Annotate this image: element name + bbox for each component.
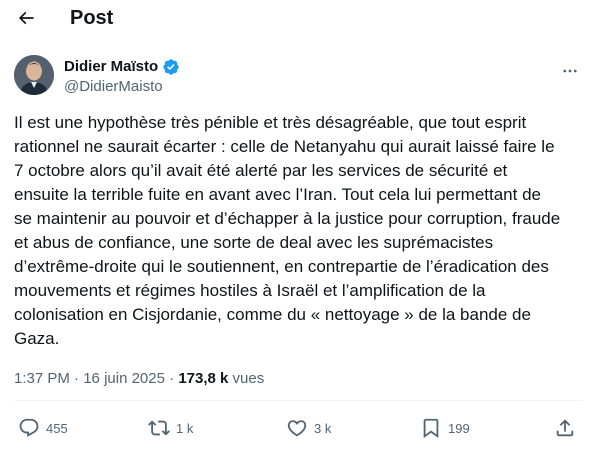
name-row: Didier Maïsto [64,57,180,76]
bookmark-count: 199 [448,420,470,436]
reply-count: 455 [46,420,68,436]
divider [14,400,582,401]
display-name[interactable]: Didier Maïsto [64,57,158,76]
more-options-button[interactable] [558,61,582,81]
page-title: Post [70,7,114,29]
heart-icon [287,420,307,437]
arrow-left-icon [18,11,34,25]
post-text: Il est une hypothèse très pénible et trè… [14,113,561,348]
avatar-image [14,55,54,95]
meta-separator: · [169,370,175,387]
verified-badge-icon [162,58,180,76]
back-button[interactable] [14,6,38,30]
like-count: 3 k [314,420,332,436]
share-button[interactable] [554,416,576,440]
post-date[interactable]: 16 juin 2025 [83,370,165,387]
action-bar: 455 1 k 3 k 199 [14,416,582,440]
like-button[interactable]: 3 k [286,416,331,440]
bookmark-icon [423,418,439,439]
meta-separator: · [74,370,80,387]
avatar[interactable] [14,55,54,95]
post-time[interactable]: 1:37 PM [14,370,70,387]
views-count[interactable]: 173,8 k [178,370,228,387]
post-header: Post [0,0,596,36]
share-icon [556,419,574,437]
repost-count: 1 k [176,420,194,436]
author-row: Didier Maïsto @DidierMaisto [14,55,582,97]
bookmark-button[interactable]: 199 [420,416,470,440]
repost-button[interactable]: 1 k [148,416,193,440]
more-icon [563,69,577,73]
reply-icon [19,418,39,437]
post-meta: 1:37 PM · 16 juin 2025 · 173,8 k vues [14,370,264,388]
views-label: vues [232,370,265,387]
author-handle[interactable]: @DidierMaisto [64,77,163,96]
reply-button[interactable]: 455 [18,416,68,440]
repost-icon [148,420,170,436]
